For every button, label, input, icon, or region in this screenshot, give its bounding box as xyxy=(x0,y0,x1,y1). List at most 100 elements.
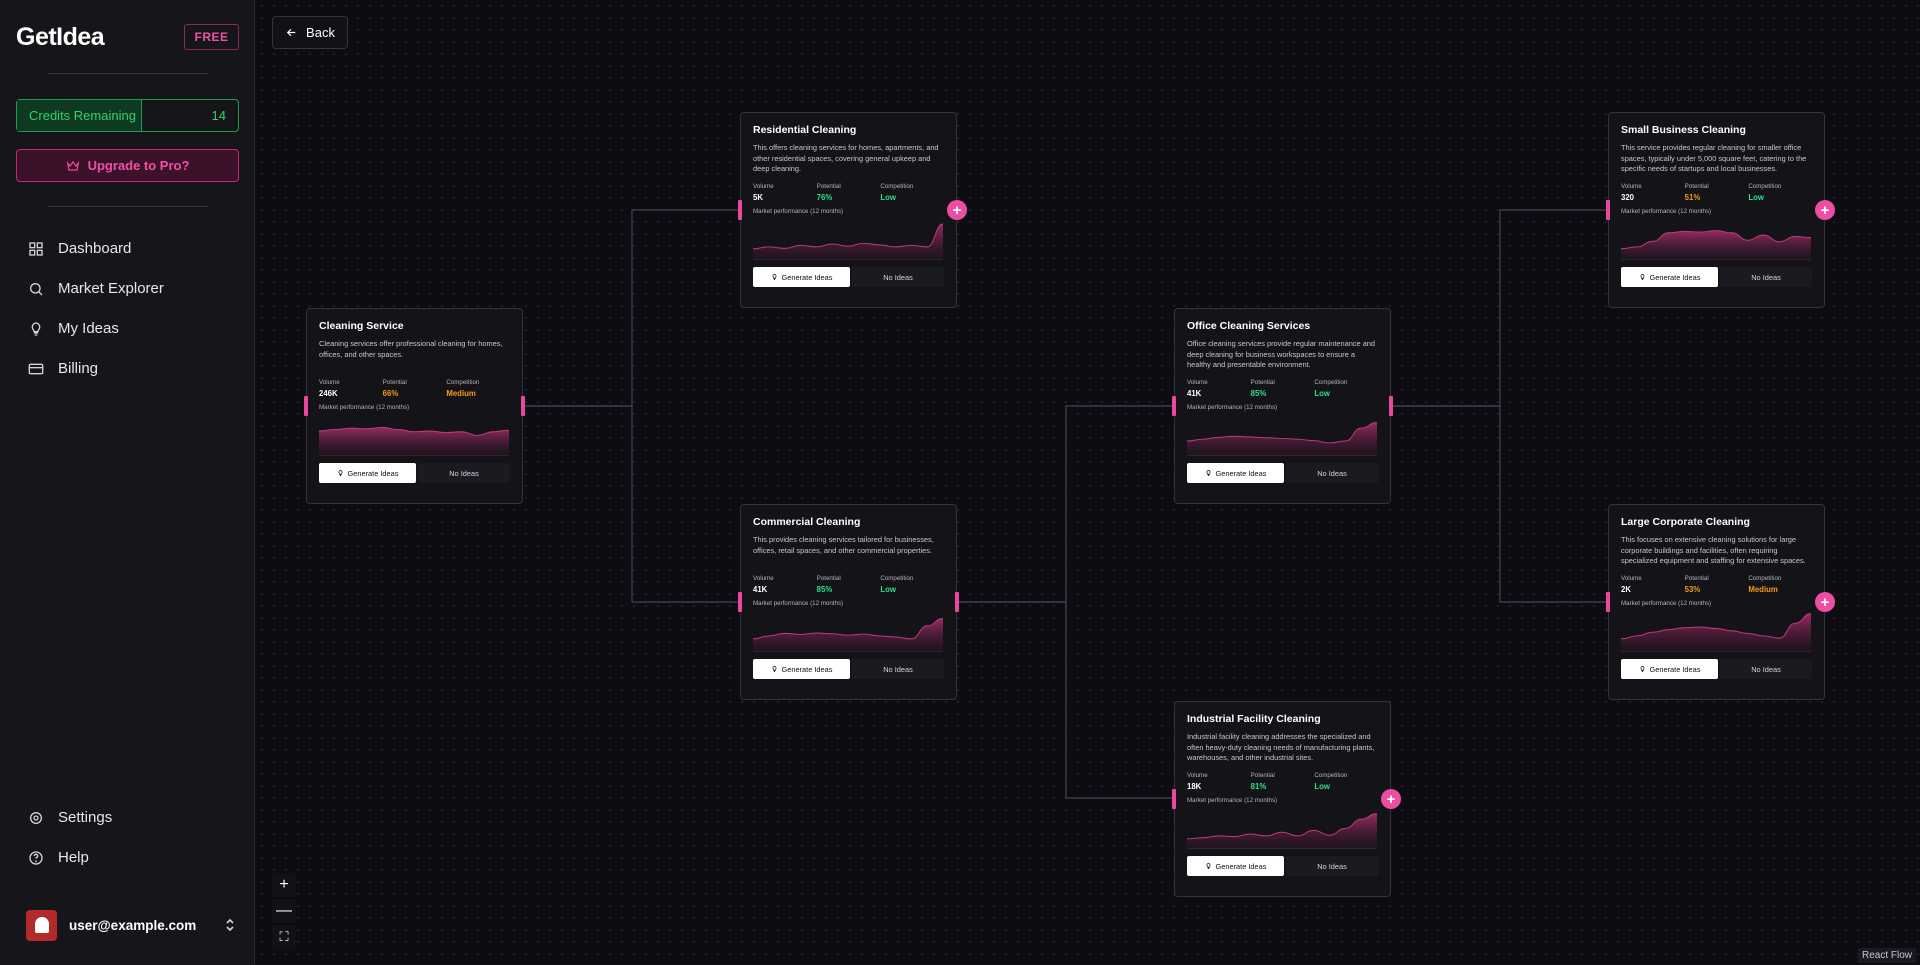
generate-ideas-button[interactable]: Generate Ideas xyxy=(1621,267,1718,287)
zoom-controls: + — ⛶ xyxy=(272,873,296,949)
generate-ideas-button[interactable]: Generate Ideas xyxy=(1621,659,1718,679)
sparkline-area xyxy=(1621,230,1811,259)
logo[interactable]: GetIdea xyxy=(16,23,105,52)
generate-ideas-button[interactable]: Generate Ideas xyxy=(1187,463,1284,483)
flow-canvas[interactable]: Back Cleaning Service Cleaning services … xyxy=(256,0,1920,965)
nav-market-explorer[interactable]: Market Explorer xyxy=(28,280,164,297)
metric-label: Volume xyxy=(753,575,774,582)
node-actions: Generate Ideas No Ideas xyxy=(319,463,510,483)
metric-value: 85% xyxy=(816,585,833,594)
node-metrics: Volume 246K Potential 66% Competition Me… xyxy=(319,379,510,398)
market-sparkline xyxy=(1187,813,1377,849)
expand-node-button[interactable]: + xyxy=(947,200,967,220)
expand-node-button[interactable]: + xyxy=(1815,592,1835,612)
target-handle[interactable] xyxy=(1172,396,1176,416)
flow-node-industrial[interactable]: Industrial Facility Cleaning Industrial … xyxy=(1172,701,1401,897)
perf-label: Market performance (12 months) xyxy=(753,208,844,215)
upgrade-button[interactable]: Upgrade to Pro? xyxy=(16,149,239,182)
generate-ideas-button[interactable]: Generate Ideas xyxy=(1187,856,1284,876)
divider xyxy=(48,73,208,74)
credits-value: 14 xyxy=(211,108,226,123)
metric-value: 85% xyxy=(1250,389,1267,398)
nav-settings[interactable]: Settings xyxy=(28,809,112,826)
no-ideas-button[interactable]: No Ideas xyxy=(418,463,510,483)
nav-dashboard[interactable]: Dashboard xyxy=(28,240,131,257)
source-handle[interactable] xyxy=(1389,396,1393,416)
no-ideas-button[interactable]: No Ideas xyxy=(852,267,944,287)
generate-ideas-button[interactable]: Generate Ideas xyxy=(753,267,850,287)
flow-node-cleaning[interactable]: Cleaning Service Cleaning services offer… xyxy=(304,308,525,504)
node-title: Residential Cleaning xyxy=(753,124,857,136)
target-handle[interactable] xyxy=(738,200,742,220)
flow-node-residential[interactable]: Residential Cleaning This offers cleanin… xyxy=(738,112,967,308)
no-ideas-button[interactable]: No Ideas xyxy=(1286,856,1378,876)
no-ideas-button[interactable]: No Ideas xyxy=(1720,659,1812,679)
generate-label: Generate Ideas xyxy=(1215,468,1267,478)
metric-label: Volume xyxy=(1621,575,1642,582)
node-actions: Generate Ideas No Ideas xyxy=(1621,267,1812,287)
generate-label: Generate Ideas xyxy=(781,664,833,674)
metric-label: Competition xyxy=(446,379,480,386)
fit-view-button[interactable]: ⛶ xyxy=(272,925,296,949)
lightbulb-icon xyxy=(31,321,41,336)
node-description: Industrial facility cleaning addresses t… xyxy=(1187,732,1375,762)
market-sparkline xyxy=(319,426,509,456)
zoom-in-button[interactable]: + xyxy=(272,873,296,897)
metric-label: Potential xyxy=(382,379,407,386)
back-button[interactable]: Back xyxy=(272,16,348,49)
plan-badge: FREE xyxy=(184,24,239,50)
flow-node-commercial[interactable]: Commercial Cleaning This provides cleani… xyxy=(738,504,959,700)
perf-label: Market performance (12 months) xyxy=(1621,208,1712,215)
no-ideas-button[interactable]: No Ideas xyxy=(1720,267,1812,287)
user-menu[interactable]: user@example.com xyxy=(26,909,236,941)
expand-node-button[interactable]: + xyxy=(1815,200,1835,220)
search-icon xyxy=(30,282,43,295)
generate-label: Generate Ideas xyxy=(1215,861,1267,871)
nav-billing[interactable]: Billing xyxy=(28,360,98,377)
sparkline-area xyxy=(753,223,943,259)
generate-label: Generate Ideas xyxy=(1649,664,1701,674)
metric-label: Potential xyxy=(1250,772,1275,779)
source-handle[interactable] xyxy=(955,592,959,612)
perf-label: Market performance (12 months) xyxy=(753,600,844,607)
zoom-out-button[interactable]: — xyxy=(272,899,296,923)
metric-value: 81% xyxy=(1250,782,1267,791)
metric-value: 41K xyxy=(1187,389,1202,398)
target-handle[interactable] xyxy=(1172,789,1176,809)
nav-help[interactable]: Help xyxy=(28,849,89,866)
target-handle[interactable] xyxy=(304,396,308,416)
metric-value: 246K xyxy=(319,389,338,398)
flow-node-office[interactable]: Office Cleaning Services Office cleaning… xyxy=(1172,308,1393,504)
metric-volume: Volume 18K xyxy=(1187,772,1251,791)
node-metrics: Volume 18K Potential 81% Competition Low xyxy=(1187,772,1378,791)
lightbulb-icon xyxy=(1206,470,1210,476)
expand-node-button[interactable]: + xyxy=(1381,789,1401,809)
target-handle[interactable] xyxy=(738,592,742,612)
metric-value: Medium xyxy=(446,389,476,398)
target-handle[interactable] xyxy=(1606,592,1610,612)
flow-node-small-business[interactable]: Small Business Cleaning This service pro… xyxy=(1606,112,1835,308)
metric-label: Competition xyxy=(1314,379,1348,386)
user-email: user@example.com xyxy=(69,917,197,933)
no-ideas-button[interactable]: No Ideas xyxy=(1286,463,1378,483)
credits-box: Credits Remaining 14 xyxy=(16,99,239,132)
node-metrics: Volume 41K Potential 85% Competition Low xyxy=(1187,379,1378,398)
target-handle[interactable] xyxy=(1606,200,1610,220)
lightbulb-icon xyxy=(772,666,776,672)
metric-potential: Potential 53% xyxy=(1685,575,1749,594)
generate-ideas-button[interactable]: Generate Ideas xyxy=(753,659,850,679)
lightbulb-icon xyxy=(1640,274,1644,280)
sparkline-line xyxy=(753,223,943,250)
react-flow-attribution[interactable]: React Flow xyxy=(1857,948,1916,963)
source-handle[interactable] xyxy=(521,396,525,416)
metric-value: Low xyxy=(1314,389,1330,398)
nav-my-ideas[interactable]: My Ideas xyxy=(28,320,119,337)
node-actions: Generate Ideas No Ideas xyxy=(1621,659,1812,679)
generate-ideas-button[interactable]: Generate Ideas xyxy=(319,463,416,483)
no-ideas-button[interactable]: No Ideas xyxy=(852,659,944,679)
metric-potential: Potential 81% xyxy=(1251,772,1315,791)
node-description: Cleaning services offer professional cle… xyxy=(319,339,503,359)
metric-label: Potential xyxy=(1684,183,1709,190)
flow-node-large-corporate[interactable]: Large Corporate Cleaning This focuses on… xyxy=(1606,504,1835,700)
avatar xyxy=(26,909,57,941)
